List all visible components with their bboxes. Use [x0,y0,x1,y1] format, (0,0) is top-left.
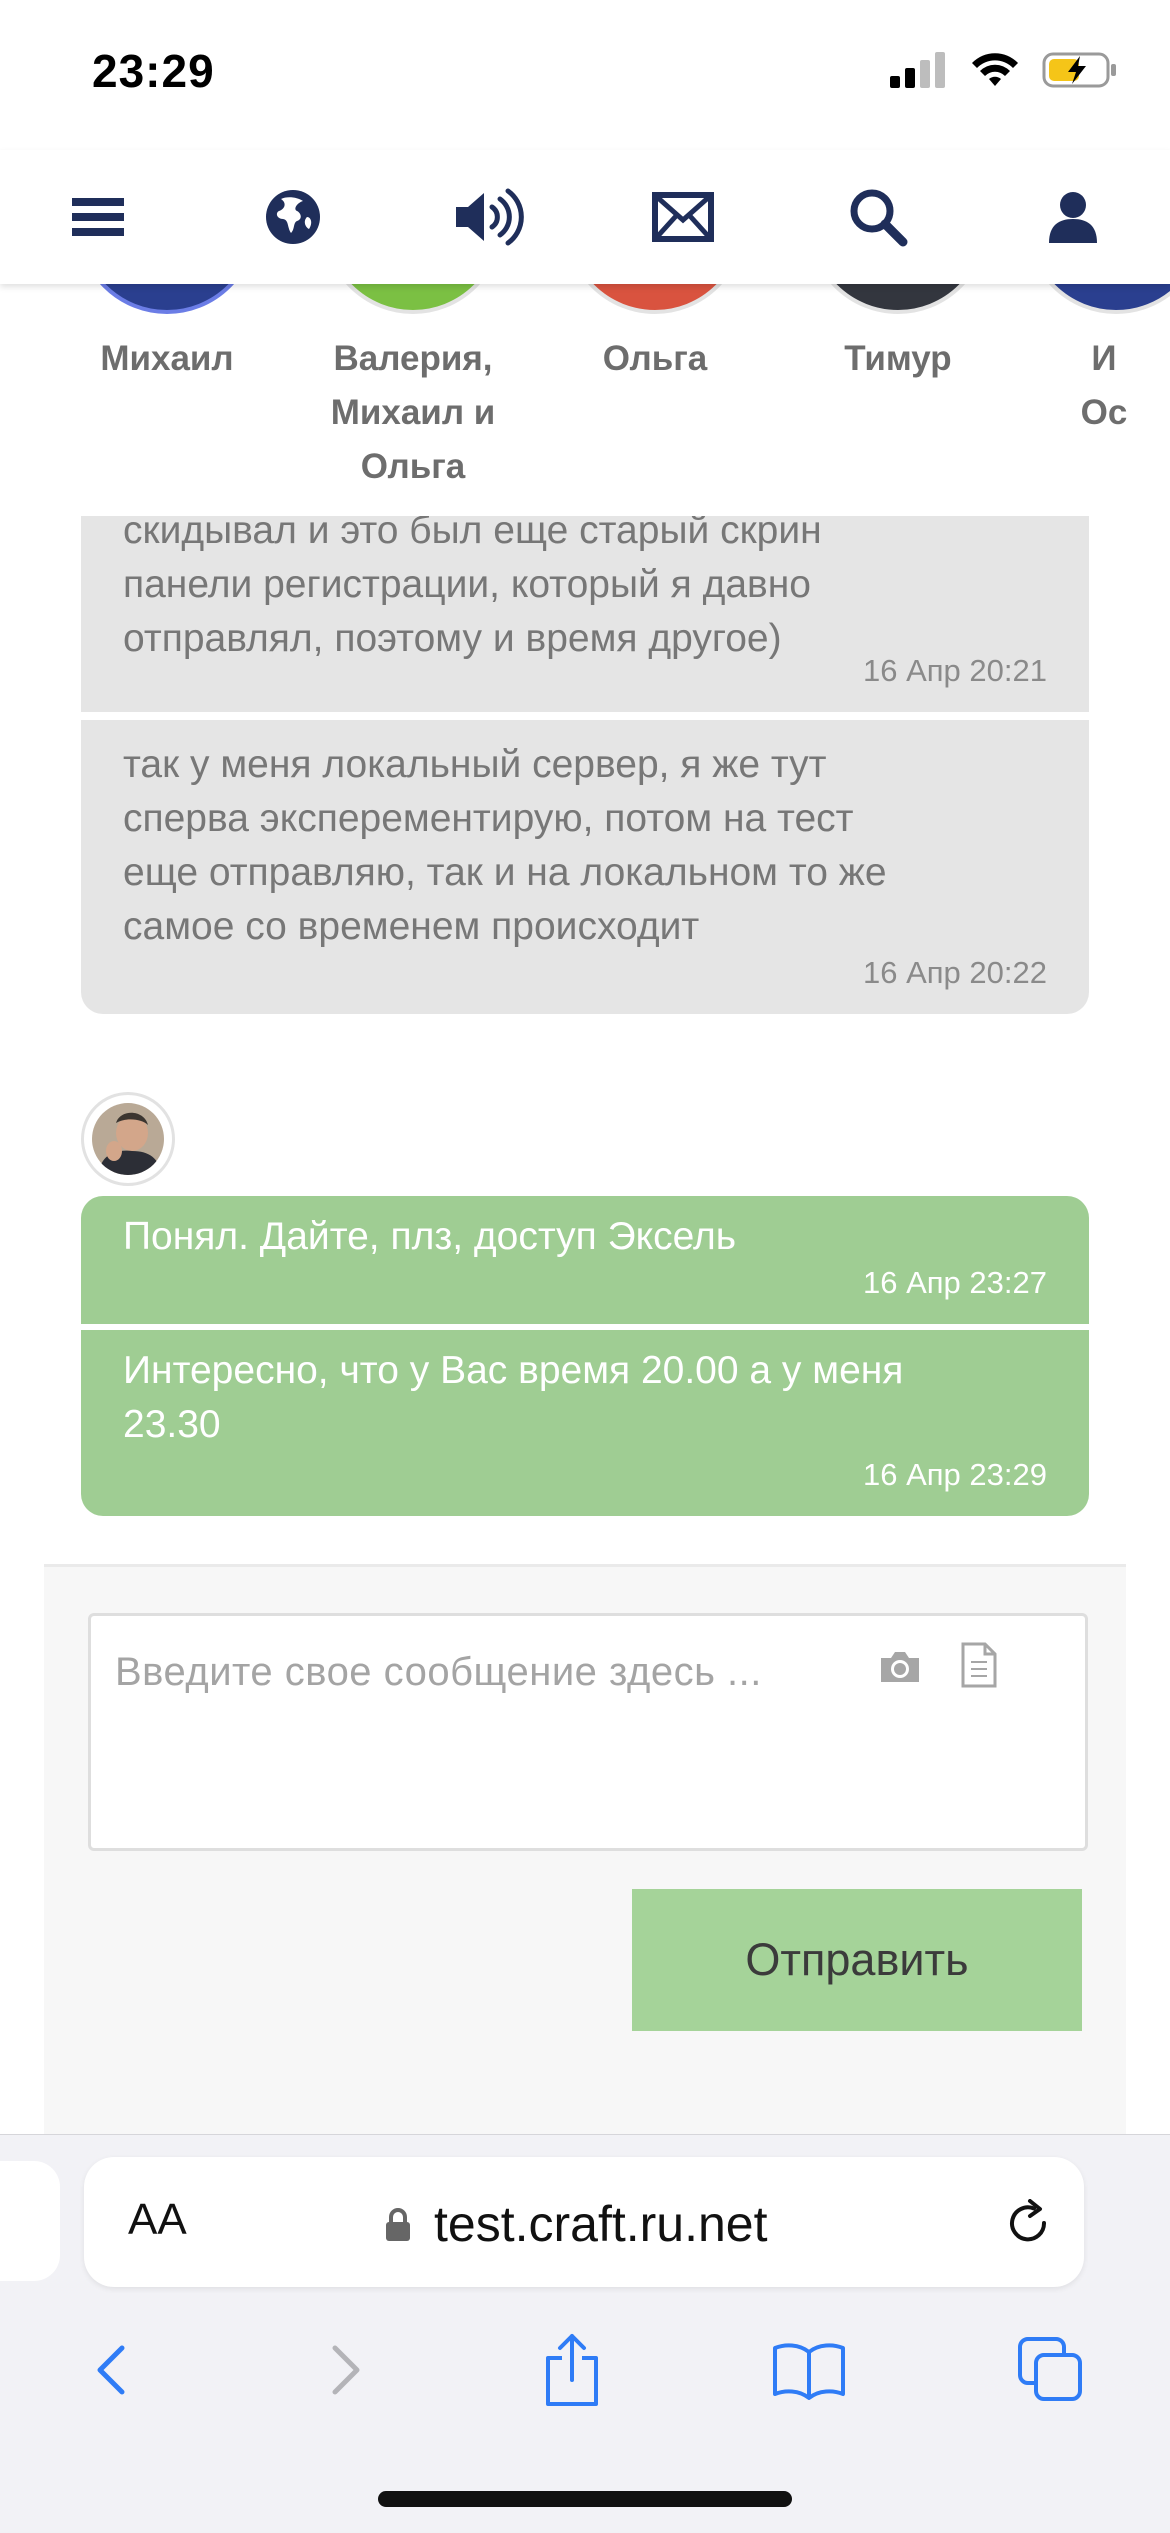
user-icon[interactable] [1028,172,1118,262]
message-bubble-outgoing: Интересно, что у Вас время 20.00 а у мен… [81,1330,1089,1516]
message-time: 16 Апр 20:22 [863,955,1047,990]
status-icons [890,50,1118,90]
cellular-signal-icon [890,52,945,88]
previous-tab-preview[interactable] [0,2161,60,2281]
wifi-icon [972,53,1018,86]
tabs-icon[interactable] [1016,2335,1086,2405]
message-bubble-incoming: скидывал и это был еще старый скрин пане… [81,486,1089,712]
message-time: 16 Апр 23:27 [863,1265,1047,1300]
avatar [323,284,503,314]
contact-name: Тимур [844,339,952,378]
reload-icon[interactable] [1004,2199,1052,2247]
top-navigation [0,150,1170,284]
avatar[interactable] [81,1092,175,1186]
message-text: панели регистрации, который я давно [123,563,811,606]
compose-area: Введите свое сообщение здесь ... Отправи… [44,1564,1126,2137]
contact-name: И Ос [1080,339,1128,432]
message-time: 16 Апр 23:29 [863,1457,1047,1492]
back-icon[interactable] [84,2340,144,2400]
message-text: Интересно, что у Вас время 20.00 а у мен… [123,1349,904,1392]
avatar [77,284,257,314]
message-text: сперва эксперементирую, потом на тест [123,797,854,840]
user-photo-icon [92,1103,164,1175]
contacts-strip[interactable]: Михаил Валерия, Михаил и Ольга Ольга Тим… [0,284,1170,516]
battery-charging-icon [1042,52,1116,88]
avatar [1026,284,1170,314]
message-bubble-outgoing: Понял. Дайте, плз, доступ Эксель 16 Апр … [81,1196,1089,1324]
message-time: 16 Апр 20:21 [863,653,1047,688]
forward-icon[interactable] [313,2340,373,2400]
message-bubble-incoming: так у меня локальный сервер, я же тут сп… [81,720,1089,1014]
speaker-icon[interactable] [443,172,533,262]
menu-icon[interactable] [53,172,143,262]
message-text: так у меня локальный сервер, я же тут [123,743,827,786]
url-text[interactable]: test.craft.ru.net [434,2195,767,2253]
browser-toolbar [0,2315,1170,2425]
contact-name: Ольга [602,339,708,378]
avatar [808,284,988,314]
send-button[interactable]: Отправить [632,1889,1082,2031]
search-icon[interactable] [833,172,923,262]
lock-icon [386,2208,410,2241]
share-icon[interactable] [542,2332,602,2408]
file-attach-icon[interactable] [959,1642,999,1688]
browser-bar: AA test.craft.ru.net [0,2134,1170,2533]
mail-icon[interactable] [638,172,728,262]
message-input[interactable]: Введите свое сообщение здесь ... [88,1613,1088,1851]
globe-icon[interactable] [248,172,338,262]
contact-name: Михаил [100,339,234,378]
home-indicator[interactable] [378,2491,792,2507]
message-input-placeholder: Введите свое сообщение здесь ... [115,1650,762,1694]
contact-name: Валерия, Михаил и Ольга [330,339,496,486]
bookmarks-icon[interactable] [771,2340,847,2400]
status-time: 23:29 [92,45,215,97]
message-text: еще отправляю, так и на локальном то же [123,851,887,894]
reader-settings-button[interactable]: AA [128,2195,187,2245]
address-bar[interactable]: AA test.craft.ru.net [84,2157,1084,2287]
message-text: 23.30 [123,1403,221,1446]
chat-thread: скидывал и это был еще старый скрин пане… [0,486,1170,1566]
avatar [565,284,745,314]
camera-icon[interactable] [877,1648,923,1686]
